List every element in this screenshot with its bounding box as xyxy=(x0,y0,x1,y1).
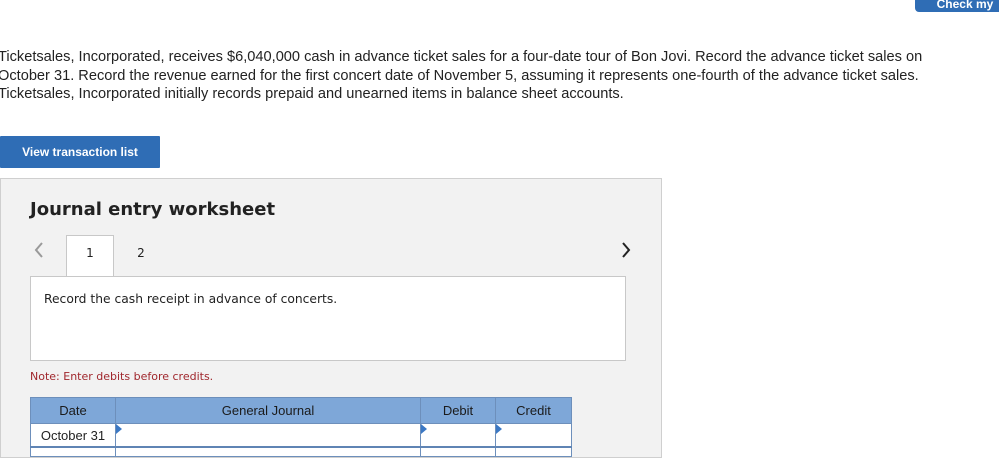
instruction-text: Record the cash receipt in advance of co… xyxy=(44,292,338,306)
tab-entry-1[interactable]: 1 xyxy=(66,235,114,277)
debit-input[interactable] xyxy=(420,446,496,457)
column-header-general-journal: General Journal xyxy=(115,397,421,424)
debit-credit-note: Note: Enter debits before credits. xyxy=(30,370,214,383)
journal-table: Date General Journal Debit Credit Octobe… xyxy=(30,397,572,457)
column-header-credit: Credit xyxy=(495,397,572,424)
table-header-row: Date General Journal Debit Credit xyxy=(30,397,572,424)
cell-marker-icon xyxy=(421,424,427,434)
journal-entry-worksheet: Journal entry worksheet 1 2 Record the c… xyxy=(0,178,662,458)
chevron-right-icon[interactable] xyxy=(618,240,634,260)
cell-marker-icon xyxy=(496,424,502,434)
worksheet-title: Journal entry worksheet xyxy=(30,199,276,220)
credit-input[interactable] xyxy=(495,446,572,457)
date-cell: October 31 xyxy=(30,423,116,448)
table-row: October 31 xyxy=(30,423,572,448)
column-header-debit: Debit xyxy=(420,397,496,424)
problem-statement: Ticketsales, Incorporated, receives $6,0… xyxy=(0,49,923,102)
date-cell xyxy=(30,446,116,457)
column-header-date: Date xyxy=(30,397,116,424)
account-select[interactable] xyxy=(115,446,421,457)
view-transaction-list-button[interactable]: View transaction list xyxy=(0,136,160,168)
credit-input[interactable] xyxy=(495,423,572,448)
chevron-left-icon[interactable] xyxy=(31,240,47,260)
cell-marker-icon xyxy=(116,424,122,434)
instruction-panel: Record the cash receipt in advance of co… xyxy=(30,276,626,361)
debit-input[interactable] xyxy=(420,423,496,448)
account-select[interactable] xyxy=(115,423,421,448)
table-row xyxy=(30,446,572,457)
check-my-work-button[interactable]: Check my xyxy=(915,0,999,12)
tab-entry-2[interactable]: 2 xyxy=(129,235,153,275)
